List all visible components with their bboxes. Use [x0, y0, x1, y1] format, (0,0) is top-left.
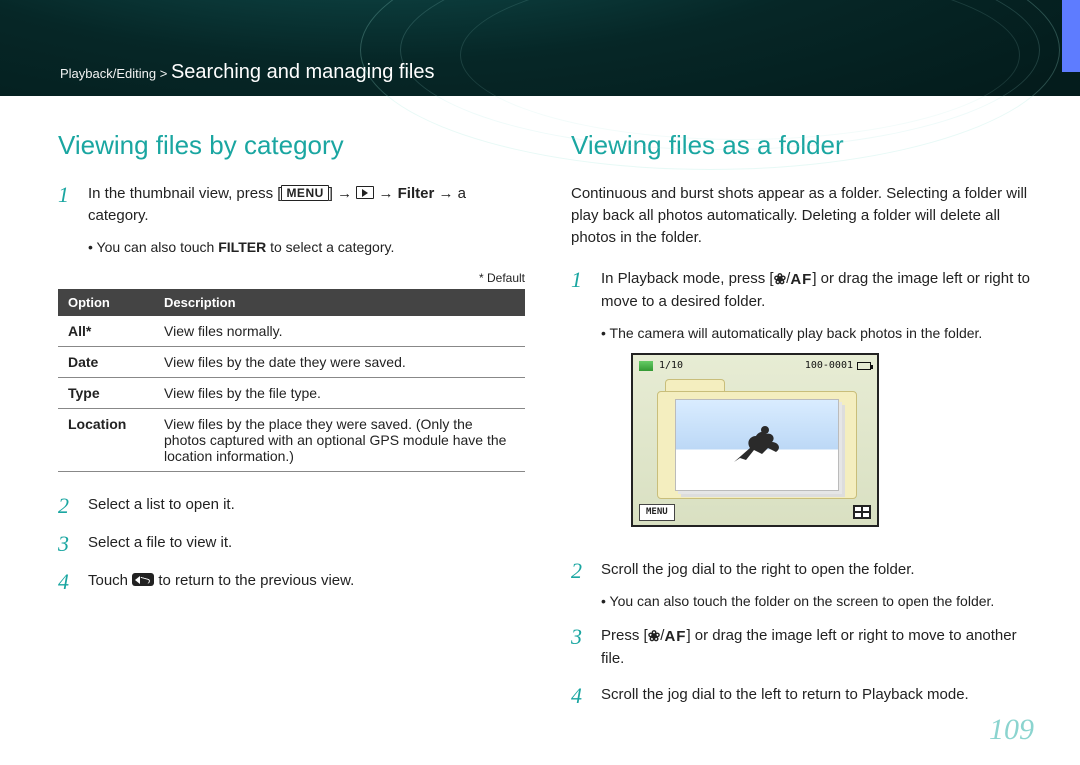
table-header-option: Option [58, 289, 154, 316]
step-number: 3 [58, 532, 76, 556]
manual-page: Playback/Editing > Searching and managin… [0, 0, 1080, 765]
default-footnote: * Default [58, 271, 525, 285]
heading-viewing-as-folder: Viewing files as a folder [571, 130, 1038, 161]
step-number: 3 [571, 625, 589, 649]
lcd-counter: 1/10 [659, 359, 683, 374]
lcd-thumbnail-button [853, 505, 871, 519]
macro-icon: ❀ [774, 269, 787, 291]
playback-icon [356, 186, 374, 199]
step-4-right: 4 Scroll the jog dial to the left to ret… [571, 684, 1038, 708]
breadcrumb-title: Searching and managing files [171, 61, 435, 83]
photo-flag-icon [639, 361, 653, 371]
breadcrumb-section: Playback/Editing [60, 66, 156, 81]
step-1-right: 1 In Playback mode, press [❀/AF] or drag… [571, 268, 1038, 545]
left-column: Viewing files by category 1 In the thumb… [58, 130, 525, 722]
step-number: 1 [58, 183, 76, 207]
af-icon: AF [790, 269, 812, 291]
table-header-description: Description [154, 289, 525, 316]
step-number: 4 [58, 570, 76, 594]
step-2-right: 2 Scroll the jog dial to the right to op… [571, 559, 1038, 611]
step-number: 1 [571, 268, 589, 292]
macro-icon: ❀ [648, 626, 661, 648]
battery-icon [857, 362, 871, 370]
step-1-right-note: The camera will automatically play back … [601, 323, 1038, 343]
page-number: 109 [989, 713, 1034, 747]
menu-button-icon: MENU [281, 185, 328, 201]
step-3-right: 3 Press [❀/AF] or drag the image left or… [571, 625, 1038, 670]
table-row: TypeView files by the file type. [58, 377, 525, 408]
breadcrumb: Playback/Editing > Searching and managin… [60, 61, 434, 84]
table-row: LocationView files by the place they wer… [58, 408, 525, 471]
step-2-left: 2 Select a list to open it. [58, 494, 525, 518]
step-1-note: You can also touch FILTER to select a ca… [88, 237, 525, 257]
section-tab-indicator [1062, 0, 1080, 72]
step-number: 2 [571, 559, 589, 583]
folder-graphic [657, 381, 857, 499]
table-row: DateView files by the date they were sav… [58, 346, 525, 377]
step-2-right-note: You can also touch the folder on the scr… [601, 591, 994, 611]
step-1-left: 1 In the thumbnail view, press [MENU] → … [58, 183, 525, 257]
heading-viewing-by-category: Viewing files by category [58, 130, 525, 161]
folder-intro-paragraph: Continuous and burst shots appear as a f… [571, 183, 1038, 248]
right-column: Viewing files as a folder Continuous and… [571, 130, 1038, 722]
lcd-file-id: 100-0001 [805, 359, 853, 374]
snowboarder-silhouette [732, 418, 786, 466]
camera-lcd-illustration: 1/10 100-0001 [631, 353, 879, 527]
page-header: Playback/Editing > Searching and managin… [0, 0, 1080, 96]
back-icon [132, 573, 154, 586]
content-columns: Viewing files by category 1 In the thumb… [0, 96, 1080, 722]
lcd-menu-button: MENU [639, 504, 675, 521]
af-icon: AF [664, 626, 686, 648]
step-number: 2 [58, 494, 76, 518]
filter-options-table: Option Description All*View files normal… [58, 289, 525, 472]
step-number: 4 [571, 684, 589, 708]
table-row: All*View files normally. [58, 316, 525, 347]
step-3-left: 3 Select a file to view it. [58, 532, 525, 556]
step-4-left: 4 Touch to return to the previous view. [58, 570, 525, 594]
